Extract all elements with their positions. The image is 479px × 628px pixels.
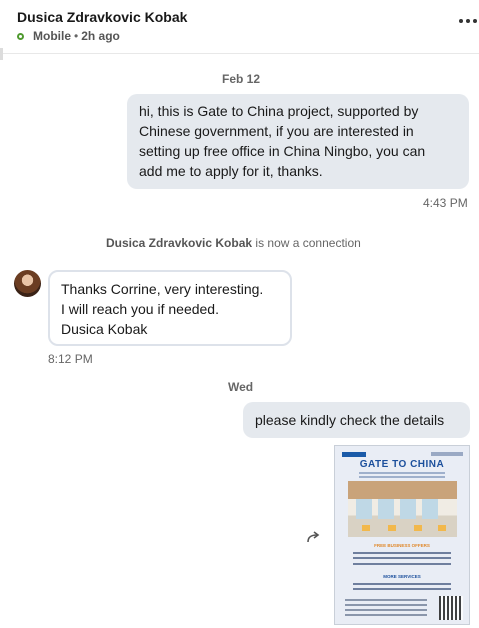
share-arrow-icon[interactable]: [306, 530, 322, 544]
poster-text-line: [353, 583, 451, 585]
outgoing-message-bubble: please kindly check the details: [243, 402, 470, 438]
status-time: 2h ago: [81, 29, 120, 43]
poster-text-line: [345, 609, 427, 611]
message-line: please kindly check the details: [255, 412, 445, 428]
status-device: Mobile: [33, 29, 71, 43]
message-timestamp: 8:12 PM: [48, 352, 93, 366]
poster-subtitle: [359, 472, 445, 474]
online-status-icon: [17, 32, 24, 40]
date-separator: Wed: [228, 380, 254, 394]
message-line: I will reach you if needed.: [61, 301, 219, 317]
connection-name[interactable]: Dusica Zdravkovic Kobak: [106, 236, 252, 250]
poster-subtitle: [359, 476, 445, 478]
ellipsis-icon[interactable]: [457, 10, 479, 32]
poster-text-line: [345, 604, 427, 606]
date-separator: Feb 12: [222, 72, 261, 86]
poster-text-line: [353, 588, 451, 590]
poster-offers-heading: FREE BUSINESS OFFERS: [374, 543, 430, 548]
incoming-message-bubble: Thanks Corrine, very interesting. I will…: [48, 270, 292, 346]
poster-text-line: [345, 614, 427, 616]
contact-name[interactable]: Dusica Zdravkovic Kobak: [17, 9, 187, 25]
status-separator: •: [74, 29, 79, 43]
message-timestamp: 4:43 PM: [423, 196, 468, 210]
header-divider: [0, 53, 479, 54]
avatar[interactable]: [14, 270, 41, 297]
message-line: Dusica Kobak: [61, 321, 148, 337]
poster-text-line: [345, 599, 427, 601]
message-line: Chinese government, if you are intereste…: [139, 123, 414, 139]
poster-photo: [348, 481, 457, 537]
message-line: setting up free office in China Ningbo, …: [139, 143, 426, 159]
poster-logo: [342, 452, 366, 457]
poster-text-line: [353, 563, 451, 565]
poster-title: GATE TO CHINA: [359, 459, 445, 470]
image-attachment[interactable]: GATE TO CHINA FREE BUSINESS OFFERS MORE …: [334, 445, 470, 625]
poster-text-line: [353, 552, 451, 554]
connection-notice: Dusica Zdravkovic Kobak is now a connect…: [106, 236, 361, 250]
connection-text: is now a connection: [255, 236, 361, 250]
presence-status: Mobile • 2h ago: [17, 29, 120, 43]
conversation-header: Dusica Zdravkovic Kobak Mobile • 2h ago: [0, 0, 479, 48]
poster-text-line: [353, 557, 451, 559]
message-line: Thanks Corrine, very interesting.: [61, 281, 264, 297]
qr-code-icon: [439, 596, 463, 620]
poster-header-text: [431, 452, 463, 456]
poster-more-heading: MORE SERVICES: [383, 574, 421, 579]
outgoing-message-bubble: hi, this is Gate to China project, suppo…: [127, 94, 469, 189]
message-line: hi, this is Gate to China project, suppo…: [139, 103, 419, 119]
pane-edge: [0, 48, 3, 60]
message-line: add me to apply for it, thanks.: [139, 163, 323, 179]
